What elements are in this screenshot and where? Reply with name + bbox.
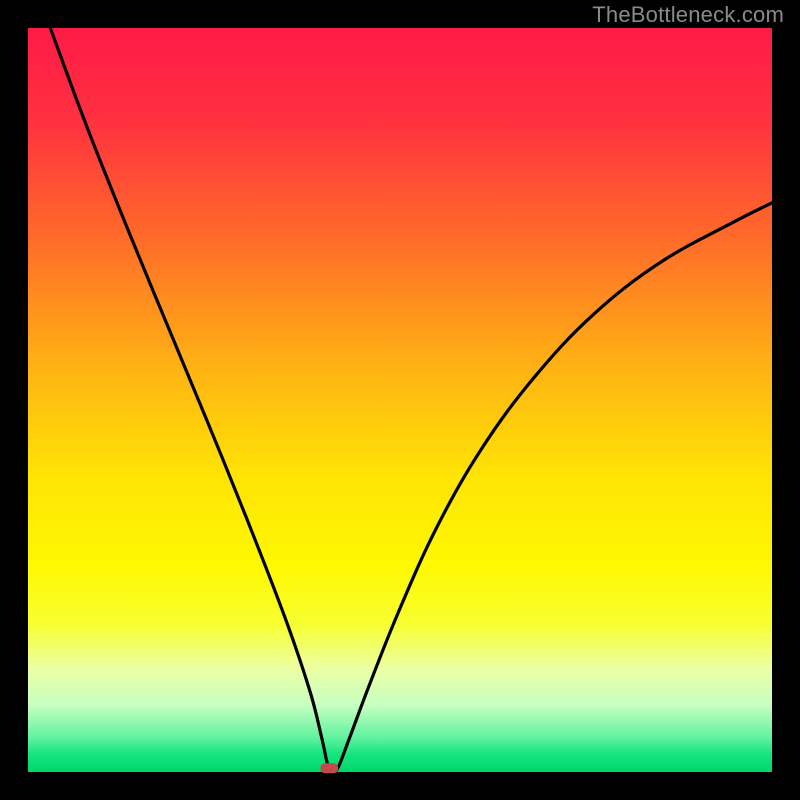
bottleneck-chart: TheBottleneck.com [0,0,800,800]
chart-canvas [0,0,800,800]
optimal-marker [320,763,338,773]
watermark-text: TheBottleneck.com [592,2,784,28]
